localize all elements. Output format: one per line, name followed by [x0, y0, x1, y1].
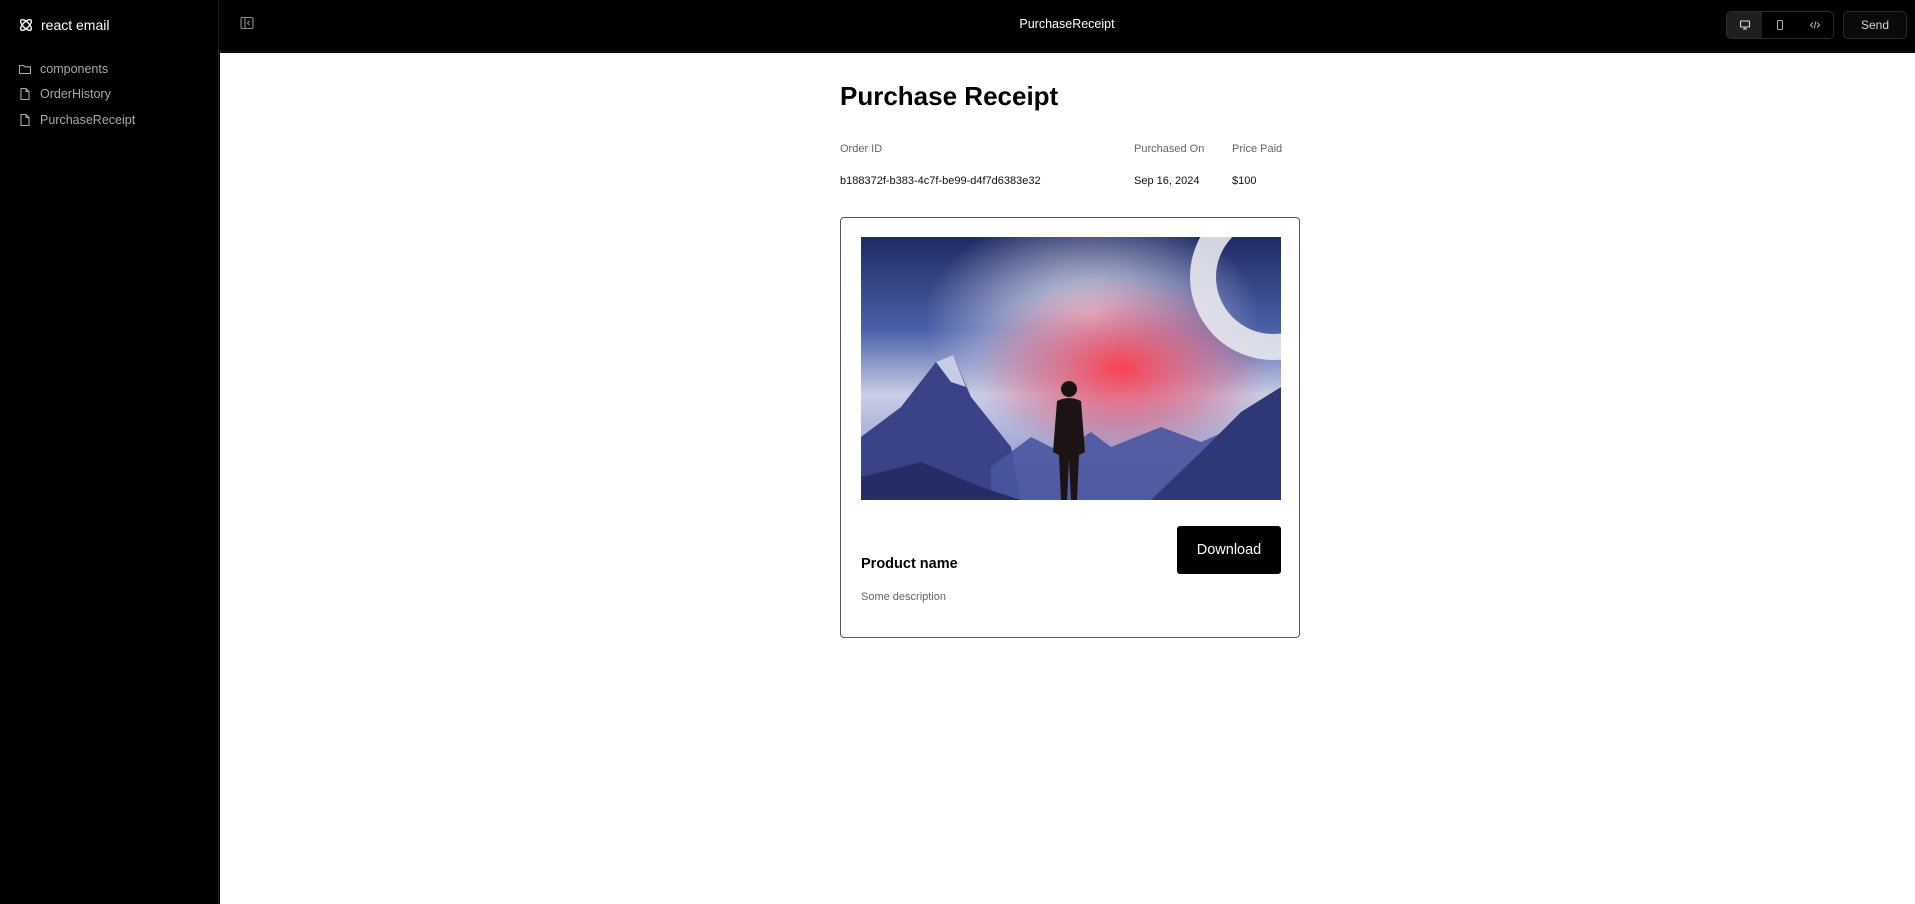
- mobile-view-button[interactable]: [1762, 12, 1797, 38]
- product-description: Some description: [861, 591, 946, 603]
- sidebar-item-components[interactable]: components: [18, 56, 135, 82]
- price-paid-value: $100: [1232, 175, 1257, 187]
- folder-icon: [18, 64, 32, 74]
- download-button[interactable]: Download: [1177, 526, 1281, 574]
- sidebar-item-orderhistory[interactable]: OrderHistory: [18, 82, 135, 108]
- sidebar-nav: components OrderHistory PurchaseReceipt: [18, 56, 135, 133]
- product-name: Product name: [861, 556, 958, 572]
- sidebar-item-label: PurchaseReceipt: [40, 112, 136, 127]
- email-preview: Purchase Receipt Order ID Purchased On P…: [220, 53, 1915, 904]
- purchased-on-label: Purchased On: [1134, 143, 1205, 155]
- desktop-icon: [1739, 20, 1750, 30]
- product-image: [861, 237, 1281, 500]
- brand[interactable]: react email: [18, 16, 109, 34]
- file-icon: [20, 88, 30, 101]
- sidebar-item-label: components: [40, 61, 109, 76]
- view-mode-switch: [1726, 11, 1834, 39]
- order-id-value: b188372f-b383-4c7f-be99-d4f7d6383e32: [840, 175, 1041, 187]
- desktop-view-button[interactable]: [1727, 12, 1763, 38]
- sidebar-item-purchasereceipt[interactable]: PurchaseReceipt: [18, 107, 135, 133]
- file-icon: [20, 113, 30, 126]
- topbar: PurchaseReceipt Send: [219, 0, 1915, 52]
- product-card: Product name Some description Download: [840, 217, 1300, 638]
- purchased-on-value: Sep 16, 2024: [1134, 175, 1200, 187]
- order-id-label: Order ID: [840, 143, 883, 155]
- send-button[interactable]: Send: [1843, 11, 1907, 39]
- email-heading: Purchase Receipt: [840, 81, 1059, 111]
- price-paid-label: Price Paid: [1232, 143, 1283, 155]
- code-view-button[interactable]: [1798, 12, 1833, 38]
- brand-name: react email: [41, 17, 110, 33]
- sidebar: react email components OrderHistory Purc…: [0, 0, 219, 904]
- sidebar-item-label: OrderHistory: [40, 87, 111, 102]
- template-title: PurchaseReceipt: [1019, 17, 1115, 31]
- mobile-icon: [1776, 19, 1784, 31]
- code-icon: [1810, 21, 1821, 29]
- react-email-logo-icon: [18, 17, 34, 33]
